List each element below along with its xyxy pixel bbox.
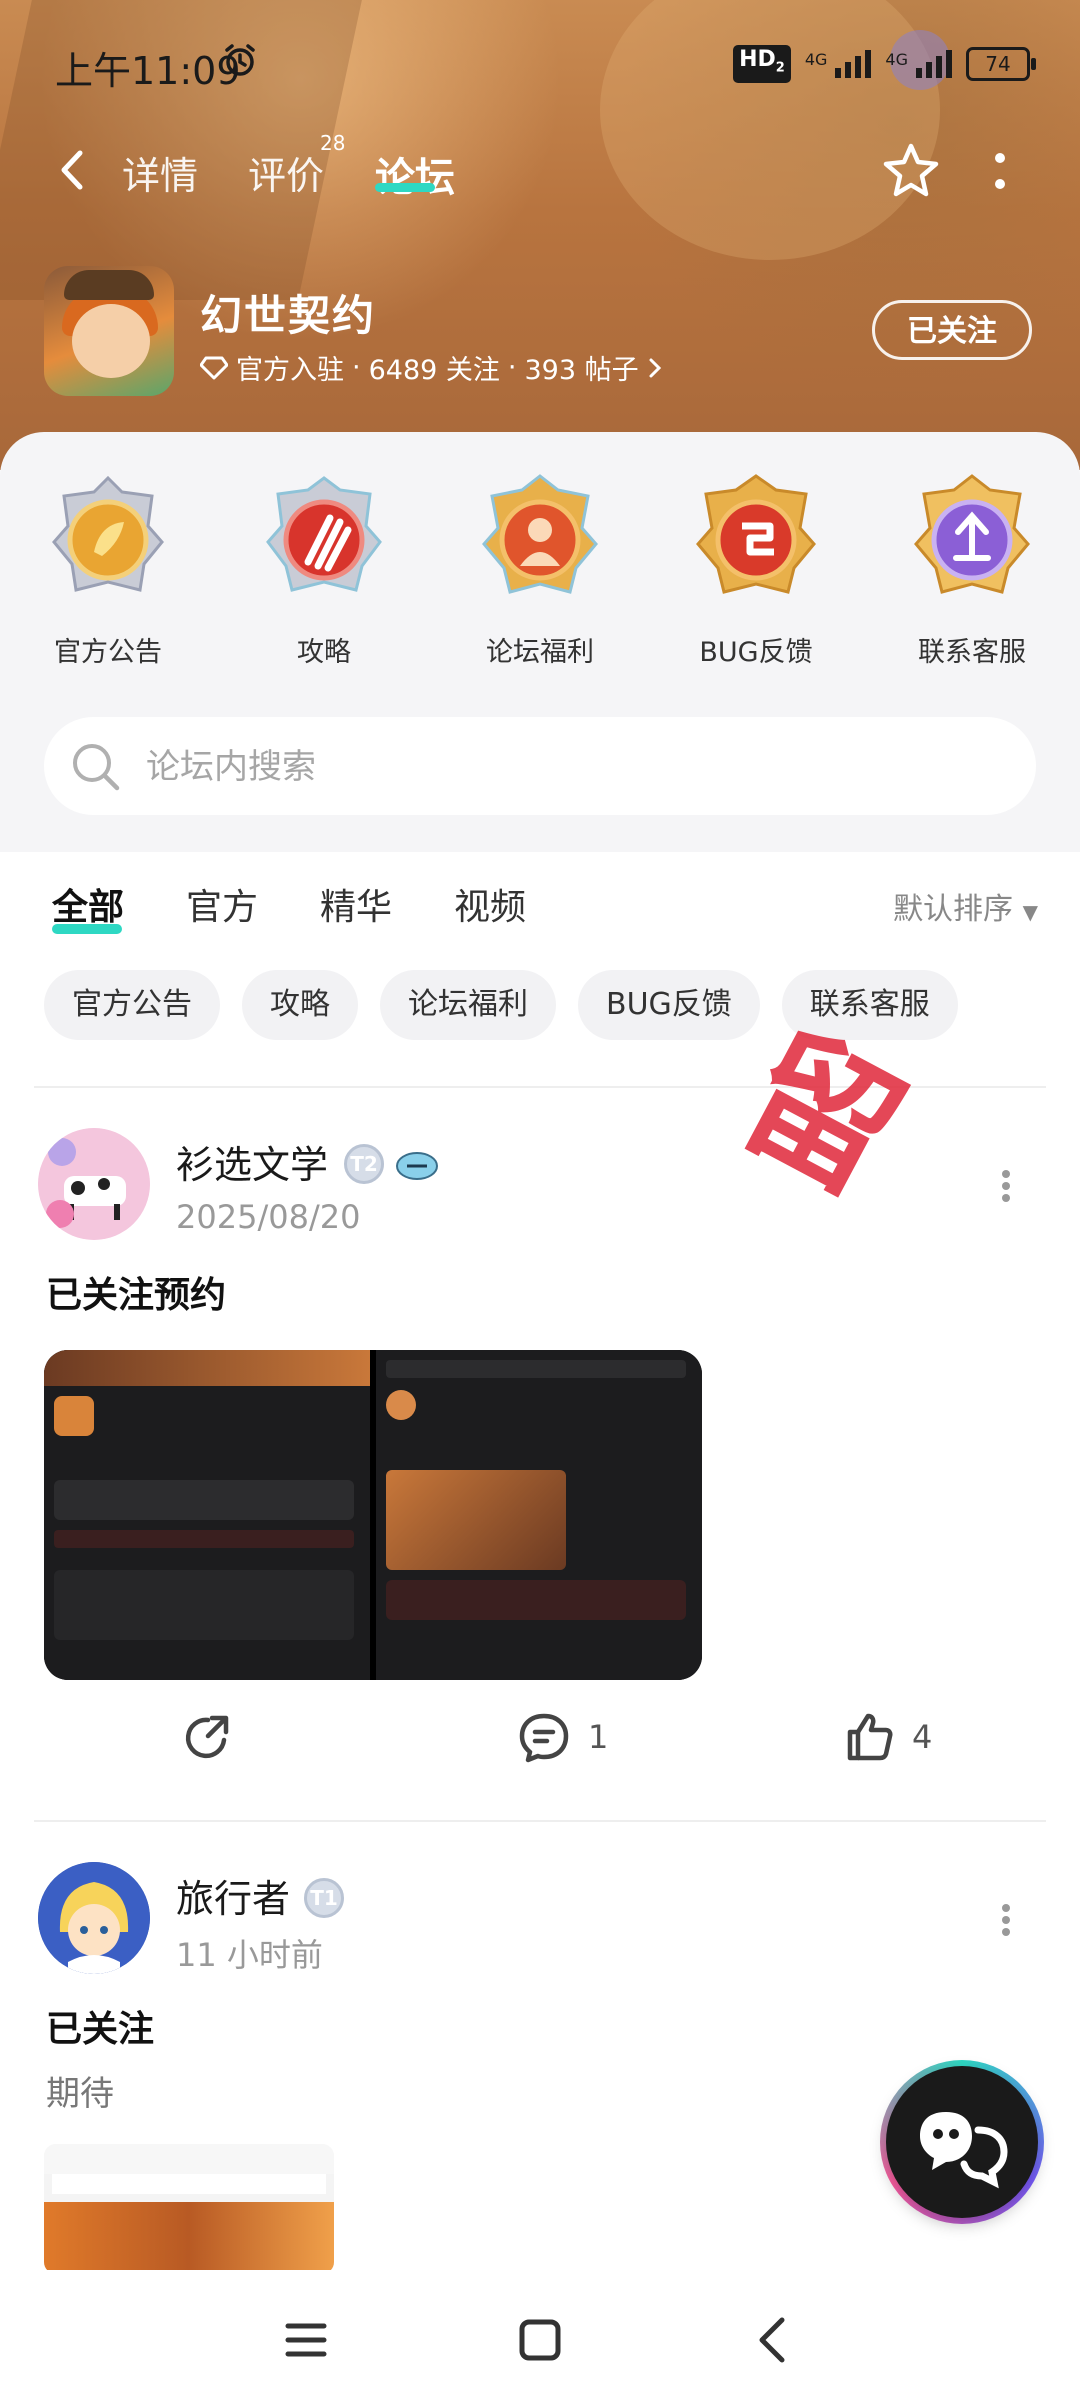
- post-count: 393 帖子: [524, 355, 639, 386]
- followed-button[interactable]: 已关注: [872, 300, 1032, 360]
- home-icon[interactable]: [510, 2310, 570, 2370]
- chip-welfare[interactable]: 论坛福利: [380, 970, 556, 1040]
- post-more-icon[interactable]: [1000, 1168, 1012, 1204]
- category-label: BUG反馈: [699, 637, 813, 668]
- battery-indicator: 74: [966, 47, 1036, 82]
- more-options-icon[interactable]: [990, 150, 1010, 194]
- avatar[interactable]: [38, 1128, 150, 1240]
- category-label: 攻略: [297, 637, 351, 668]
- post-image-thumbnail[interactable]: [44, 2144, 334, 2274]
- post-title[interactable]: 已关注: [46, 2000, 154, 2052]
- tab-forum[interactable]: 论坛: [375, 145, 455, 203]
- caret-down-icon: ▼: [1022, 900, 1038, 924]
- reviews-count-badge: 28: [320, 131, 346, 155]
- active-tab-indicator: [375, 183, 435, 192]
- active-filter-indicator: [52, 924, 122, 934]
- search-input[interactable]: [144, 739, 988, 795]
- post-author[interactable]: 旅行者: [176, 1868, 290, 1923]
- status-time: 上午11:09: [55, 49, 241, 93]
- post-author[interactable]: 衫选文学: [176, 1134, 328, 1189]
- gift-welfare-badge-icon: [482, 474, 598, 594]
- category-support[interactable]: 联系客服: [864, 472, 1080, 669]
- cow-avatar-icon: [38, 1128, 150, 1240]
- game-stats-link[interactable]: 官方入驻 · 6489 关注 · 393 帖子: [200, 348, 663, 387]
- sort-dropdown[interactable]: 默认排序 ▼: [893, 884, 1038, 928]
- menu-icon[interactable]: [276, 2310, 336, 2370]
- forum-panel: 官方公告 攻略 论坛福利 BUG反馈 联系客服 论坛内搜索: [0, 432, 1080, 852]
- post-actions: 1 4: [0, 1710, 1080, 1790]
- post-date: 2025/08/20: [176, 1198, 361, 1236]
- user-level-badge: T1: [304, 1878, 344, 1918]
- divider: [34, 1820, 1046, 1822]
- status-right: HD2 4G 4G 74: [733, 45, 1036, 84]
- category-label: 论坛福利: [486, 637, 594, 668]
- category-strategy[interactable]: 攻略: [216, 472, 432, 669]
- follower-count: 6489 关注: [368, 355, 500, 386]
- tab-details[interactable]: 详情: [122, 145, 198, 200]
- signal-icon: 4G: [885, 50, 952, 79]
- tab-reviews[interactable]: 评价: [248, 145, 324, 200]
- comment-icon: [519, 1713, 569, 1763]
- tab-all[interactable]: 全部: [52, 878, 124, 930]
- system-navigation-bar: [0, 2270, 1080, 2400]
- share-button[interactable]: [182, 1710, 236, 1764]
- game-title: 幻世契约: [200, 291, 377, 340]
- like-count: 4: [912, 1718, 933, 1756]
- post-body: 期待: [46, 2074, 114, 2114]
- chip-bug-feedback[interactable]: BUG反馈: [578, 970, 760, 1040]
- post-images[interactable]: [44, 1350, 702, 1680]
- comment-button[interactable]: 1: [516, 1710, 608, 1764]
- alarm-icon: [225, 44, 255, 76]
- category-shortcuts: 官方公告 攻略 论坛福利 BUG反馈 联系客服: [0, 472, 1080, 669]
- post-date: 11 小时前: [176, 1936, 323, 1974]
- tab-featured[interactable]: 精华: [320, 878, 392, 930]
- claw-strategy-badge-icon: [266, 476, 382, 592]
- chip-announcement[interactable]: 官方公告: [44, 970, 220, 1040]
- chevron-right-icon: [649, 358, 661, 377]
- hd-network-badge: HD2: [733, 45, 791, 84]
- filter-tabs: 全部 官方 精华 视频 默认排序 ▼: [0, 878, 1080, 938]
- category-label: 官方公告: [54, 637, 162, 668]
- announcement-badge-icon: [52, 475, 164, 592]
- post-image-thumbnail[interactable]: [376, 1350, 702, 1680]
- post-more-icon[interactable]: [1000, 1902, 1012, 1938]
- chip-strategy[interactable]: 攻略: [242, 970, 358, 1040]
- category-announcement[interactable]: 官方公告: [0, 472, 216, 669]
- bug-feedback-badge-icon: [696, 474, 816, 594]
- chat-bubble-icon: [920, 2112, 1008, 2189]
- category-bug-feedback[interactable]: BUG反馈: [648, 472, 864, 669]
- back-arrow-icon[interactable]: [52, 145, 92, 195]
- search-icon: [73, 744, 120, 791]
- comment-count: 1: [588, 1718, 609, 1756]
- user-level-badge: T2: [344, 1144, 384, 1184]
- official-label: 官方入驻: [236, 355, 344, 386]
- post-title[interactable]: 已关注预约: [46, 1266, 226, 1318]
- post-image-thumbnail[interactable]: [44, 1350, 370, 1680]
- signal-icon: 4G: [805, 50, 872, 79]
- support-badge-icon: [914, 474, 1030, 594]
- chat-fab-button[interactable]: [880, 2060, 1044, 2224]
- traveler-avatar-icon: [38, 1862, 150, 1974]
- identity-badge-icon: [396, 1152, 438, 1180]
- category-welfare[interactable]: 论坛福利: [432, 472, 648, 669]
- forum-search-bar[interactable]: [44, 717, 1036, 815]
- status-bar: 上午11:09 HD2 4G 4G 74: [0, 0, 1080, 130]
- share-icon: [185, 1715, 229, 1759]
- game-app-icon[interactable]: [44, 266, 174, 396]
- back-icon[interactable]: [744, 2310, 804, 2370]
- tab-official[interactable]: 官方: [186, 878, 258, 930]
- like-button[interactable]: 4: [842, 1710, 932, 1764]
- category-label: 联系客服: [918, 637, 1026, 668]
- tab-video[interactable]: 视频: [454, 878, 526, 930]
- favorite-star-icon[interactable]: [880, 140, 942, 202]
- avatar[interactable]: [38, 1862, 150, 1974]
- diamond-icon: [200, 356, 228, 379]
- thumbs-up-icon: [847, 1713, 893, 1761]
